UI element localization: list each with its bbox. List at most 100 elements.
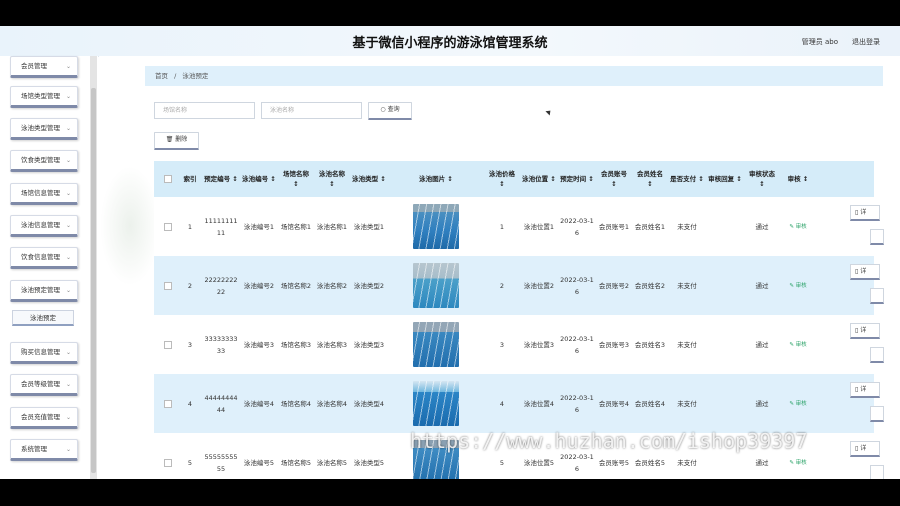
sidebar-scrollbar-thumb[interactable] (91, 88, 96, 473)
cell-pool-type: 泳池类型1 (353, 222, 385, 231)
column-header-reserve-time[interactable]: 预定时间 ↕ (558, 161, 596, 197)
detail-button[interactable]: ▯ 详 (850, 264, 880, 280)
sidebar-item-label: 场馆信息管理 (21, 189, 60, 197)
table-header: 索引 预定编号 ↕ 泳池编号 ↕ 场馆名称 ↕ 泳池名称 ↕ 泳池类型 ↕ 泳池… (154, 161, 874, 197)
cell-pool-name: 泳池名称1 (316, 222, 348, 231)
cell-pool-name: 泳池名称3 (316, 340, 348, 349)
column-header-pool-name[interactable]: 泳池名称 ↕ (314, 161, 350, 197)
column-header-member-name[interactable]: 会员姓名 ↕ (632, 161, 668, 197)
edit-button[interactable] (870, 288, 884, 304)
edit-button[interactable] (870, 347, 884, 363)
sidebar-item-venue-type[interactable]: 场馆类型管理 ⌄ (10, 86, 78, 108)
row-checkbox[interactable] (158, 315, 178, 374)
cell-pool-image[interactable] (388, 315, 484, 374)
cell-pool-no: 泳池编号2 (243, 281, 275, 290)
table-row: 4 4444444444 泳池编号4 场馆名称4 泳池名称4 泳池类型4 4 泳… (154, 374, 884, 433)
cell-venue-name: 场馆名称3 (280, 340, 312, 349)
review-link[interactable]: ✎ 审核 (780, 197, 816, 256)
sidebar-item-label: 会员管理 (21, 62, 47, 70)
query-button[interactable]: ○ 查询 (368, 102, 412, 120)
column-header-price[interactable]: 泳池价格 ↕ (484, 161, 520, 197)
sidebar-item-food-type[interactable]: 饮食类型管理 ⌄ (10, 150, 78, 172)
select-all-checkbox[interactable] (158, 161, 178, 197)
sidebar-item-food-info[interactable]: 饮食信息管理 ⌄ (10, 247, 78, 269)
sidebar-item-member-level[interactable]: 会员等级管理 ⌄ (10, 374, 78, 396)
venue-name-search-input[interactable]: 场馆名称 (154, 102, 255, 119)
column-header-position[interactable]: 泳池位置 ↕ (520, 161, 558, 197)
cell-order-no: 2222222222 (204, 275, 238, 296)
cell-pool-image[interactable] (388, 197, 484, 256)
detail-button[interactable]: ▯ 详 (850, 441, 880, 457)
cell-index: 4 (187, 399, 193, 408)
logout-link[interactable]: 退出登录 (852, 37, 880, 47)
column-header-index: 索引 (183, 175, 197, 183)
sidebar-item-member[interactable]: 会员管理 ⌄ (10, 56, 78, 78)
row-checkbox[interactable] (158, 374, 178, 433)
sidebar-item-label: 饮食类型管理 (21, 156, 60, 164)
edit-button[interactable] (870, 465, 884, 479)
column-header-review-reply[interactable]: 审核回复 ↕ (706, 161, 744, 197)
cell-review-reply (706, 374, 744, 433)
chevron-down-icon: ⌄ (65, 446, 71, 453)
edit-button[interactable] (870, 229, 884, 245)
delete-button[interactable]: 🗑 删除 (154, 132, 199, 150)
table-row: 1 1111111111 泳池编号1 场馆名称1 泳池名称1 泳池类型1 1 泳… (154, 197, 884, 256)
pool-name-search-input[interactable]: 泳池名称 (261, 102, 362, 119)
cell-paid: 未支付 (677, 222, 697, 231)
column-header-order-no[interactable]: 预定编号 ↕ (202, 161, 240, 197)
current-user: 管理员 abo (801, 38, 838, 46)
breadcrumb-home[interactable]: 首页 (155, 72, 168, 80)
sidebar-item-member-recharge[interactable]: 会员充值管理 ⌄ (10, 407, 78, 429)
sidebar-item-pool-type[interactable]: 泳池类型管理 ⌄ (10, 118, 78, 140)
column-header-pool-no[interactable]: 泳池编号 ↕ (240, 161, 278, 197)
column-header-pool-image[interactable]: 泳池图片 ↕ (388, 161, 484, 197)
column-header-member-account[interactable]: 会员账号 ↕ (596, 161, 632, 197)
column-header-venue-name[interactable]: 场馆名称 ↕ (278, 161, 314, 197)
chevron-down-icon: ⌄ (65, 63, 71, 70)
sidebar: 会员管理 ⌄ 场馆类型管理 ⌄ 泳池类型管理 ⌄ 饮食类型管理 ⌄ 场馆信息管理 ⌄ 泳池… (0, 56, 98, 479)
row-checkbox[interactable] (158, 256, 178, 315)
column-header-paid[interactable]: 是否支付 ↕ (668, 161, 706, 197)
cell-review-status: 通过 (755, 222, 769, 231)
review-link[interactable]: ✎ 审核 (780, 256, 816, 315)
cell-review-reply (706, 315, 744, 374)
cell-pool-image[interactable] (388, 374, 484, 433)
column-header-review-status[interactable]: 审核状态 ↕ (744, 161, 780, 197)
cell-pool-image[interactable] (388, 256, 484, 315)
sidebar-item-purchase[interactable]: 购买信息管理 ⌄ (10, 342, 78, 364)
cell-position: 泳池位置3 (523, 340, 555, 349)
breadcrumb: 首页 / 泳池预定 (145, 66, 883, 86)
sidebar-item-label: 会员等级管理 (21, 380, 60, 388)
cell-pool-name: 泳池名称2 (316, 281, 348, 290)
cell-member-name: 会员姓名2 (634, 281, 666, 290)
review-link[interactable]: ✎ 审核 (780, 315, 816, 374)
detail-button[interactable]: ▯ 详 (850, 205, 880, 221)
sidebar-item-label: 饮食信息管理 (21, 253, 60, 261)
row-checkbox[interactable] (158, 433, 178, 479)
sort-icon: ↕ (588, 175, 594, 183)
cell-position: 泳池位置4 (523, 399, 555, 408)
column-header-pool-type[interactable]: 泳池类型 ↕ (350, 161, 388, 197)
review-link[interactable]: ✎ 审核 (780, 374, 816, 433)
sidebar-item-pool-info[interactable]: 泳池信息管理 ⌄ (10, 215, 78, 237)
detail-button[interactable]: ▯ 详 (850, 323, 880, 339)
column-header-review[interactable]: 审核 ↕ (780, 161, 816, 197)
cell-member-name: 会员姓名3 (634, 340, 666, 349)
query-button-label: 查询 (387, 106, 400, 113)
sidebar-item-label: 泳池信息管理 (21, 221, 60, 229)
cell-paid: 未支付 (677, 399, 697, 408)
sidebar-subitem-pool-booking[interactable]: 泳池预定 (12, 310, 74, 326)
sidebar-item-pool-booking[interactable]: 泳池预定管理 ⌄ (10, 280, 78, 302)
sidebar-item-system[interactable]: 系统管理 ⌄ (10, 439, 78, 461)
cell-reserve-time: 2022-03-16 (560, 334, 594, 355)
cell-pool-name: 泳池名称5 (316, 458, 348, 467)
chevron-down-icon: ⌄ (65, 254, 71, 261)
row-checkbox[interactable] (158, 197, 178, 256)
cell-pool-type: 泳池类型5 (353, 458, 385, 467)
sidebar-item-label: 场馆类型管理 (21, 92, 60, 100)
sidebar-item-venue-info[interactable]: 场馆信息管理 ⌄ (10, 183, 78, 205)
cell-pool-name: 泳池名称4 (316, 399, 348, 408)
sort-icon: ↕ (270, 175, 276, 183)
detail-button[interactable]: ▯ 详 (850, 382, 880, 398)
edit-button[interactable] (870, 406, 884, 422)
